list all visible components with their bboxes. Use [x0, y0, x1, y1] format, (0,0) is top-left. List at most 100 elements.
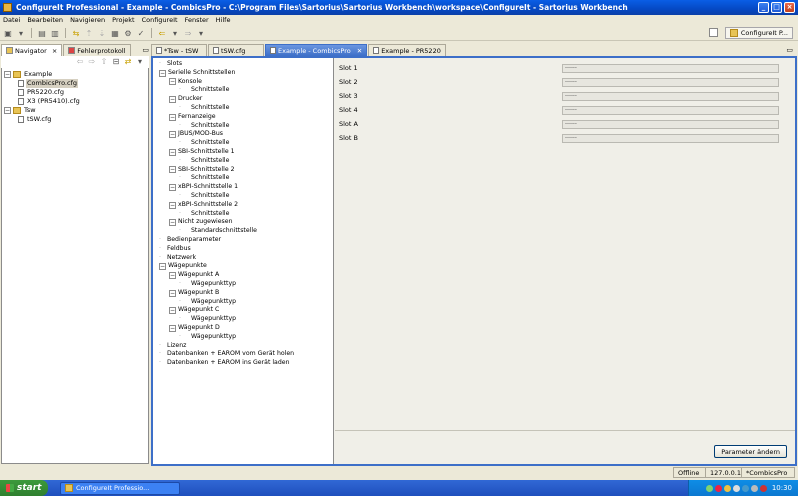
- tree-item[interactable]: PR5220.cfg: [4, 88, 148, 97]
- slot-value-field[interactable]: ------: [561, 91, 779, 101]
- expand-collapse-icon[interactable]: −: [169, 272, 176, 280]
- close-button[interactable]: ×: [784, 2, 795, 13]
- taskbar-item-configureit[interactable]: ConfigureIt Professio...: [60, 481, 180, 495]
- config-tree-item[interactable]: · Wägepunkttyp: [159, 298, 333, 307]
- config-tree-item[interactable]: · Schnittstelle: [159, 86, 333, 95]
- tree-item[interactable]: X3 (PR5410).cfg: [4, 97, 148, 106]
- config-tree-item[interactable]: · Netzwerk: [159, 254, 333, 263]
- expand-collapse-icon[interactable]: −: [169, 219, 176, 227]
- config-tree-item[interactable]: − Wägepunkt A: [159, 271, 333, 280]
- config-tree-item[interactable]: − Konsole: [159, 78, 333, 87]
- config-tree-item[interactable]: − Wägepunkt D: [159, 324, 333, 333]
- config-tree-item[interactable]: · Bedienparameter: [159, 236, 333, 245]
- tree-item[interactable]: − Example: [4, 70, 148, 79]
- expand-collapse-icon[interactable]: −: [169, 96, 176, 104]
- menu-item-configureit[interactable]: ConfigureIt: [142, 16, 178, 24]
- config-tree-item[interactable]: · Schnittstelle: [159, 174, 333, 183]
- tab-navigator[interactable]: Navigator ×: [1, 44, 63, 56]
- connect-icon[interactable]: ⇆: [71, 28, 81, 38]
- volume-icon[interactable]: [732, 484, 740, 492]
- config-tree-item[interactable]: − Drucker: [159, 95, 333, 104]
- expand-collapse-icon[interactable]: −: [4, 71, 11, 78]
- maximize-editor-icon[interactable]: ▭: [786, 46, 793, 54]
- config-tree-item[interactable]: · Schnittstelle: [159, 122, 333, 131]
- config-tree-item[interactable]: · Schnittstelle: [159, 139, 333, 148]
- editor-tab[interactable]: *Tsw - tSW: [151, 44, 207, 56]
- link-editor-icon[interactable]: ⇄: [123, 56, 133, 66]
- config-tree-item[interactable]: · Wägepunkttyp: [159, 333, 333, 342]
- parameter-change-button[interactable]: Parameter ändern: [714, 445, 787, 458]
- expand-collapse-icon[interactable]: −: [159, 69, 166, 77]
- expand-collapse-icon[interactable]: −: [169, 184, 176, 192]
- tree-item[interactable]: − Tsw: [4, 106, 148, 115]
- dropdown-arrow-icon[interactable]: ▾: [196, 28, 206, 38]
- expand-collapse-icon[interactable]: −: [169, 148, 176, 156]
- config-tree-item[interactable]: · Slots: [159, 60, 333, 69]
- expand-collapse-icon[interactable]: −: [169, 307, 176, 315]
- expand-collapse-icon[interactable]: −: [169, 289, 176, 297]
- config-tree-item[interactable]: · Wägepunkttyp: [159, 280, 333, 289]
- slot-value-field[interactable]: ------: [561, 119, 779, 129]
- expand-collapse-icon[interactable]: −: [169, 166, 176, 174]
- config-tree-item[interactable]: · Schnittstelle: [159, 210, 333, 219]
- device-icon[interactable]: ▦: [110, 28, 120, 38]
- start-button[interactable]: start: [0, 480, 48, 496]
- tree-item[interactable]: tSW.cfg: [4, 115, 148, 124]
- expand-collapse-icon[interactable]: −: [169, 113, 176, 121]
- expand-collapse-icon[interactable]: −: [169, 131, 176, 139]
- config-tree-item[interactable]: · Datenbanken + EAROM ins Gerät laden: [159, 359, 333, 368]
- config-tree-item[interactable]: − xBPI-Schnittstelle 2: [159, 201, 333, 210]
- device-icon[interactable]: [750, 484, 758, 492]
- collapse-all-icon[interactable]: ⊟: [111, 56, 121, 66]
- perspective-button[interactable]: ConfigureIt P...: [724, 27, 793, 39]
- config-tree-item[interactable]: · Wägepunkttyp: [159, 315, 333, 324]
- dropdown-arrow-icon[interactable]: ▾: [16, 28, 26, 38]
- menu-item-hilfe[interactable]: Hilfe: [216, 16, 231, 24]
- network-icon[interactable]: [705, 484, 713, 492]
- open-perspective-icon[interactable]: [709, 28, 718, 37]
- tree-item[interactable]: CombicsPro.cfg: [4, 79, 148, 88]
- slot-value-field[interactable]: ------: [561, 105, 779, 115]
- dropdown-arrow-icon[interactable]: ▾: [170, 28, 180, 38]
- config-tree-item[interactable]: · Standardschnittstelle: [159, 227, 333, 236]
- expand-collapse-icon[interactable]: −: [169, 324, 176, 332]
- minimize-button[interactable]: _: [758, 2, 769, 13]
- menu-item-navigieren[interactable]: Navigieren: [70, 16, 105, 24]
- print-icon[interactable]: ▥: [50, 28, 60, 38]
- config-tree-item[interactable]: − Wägepunkt C: [159, 306, 333, 315]
- save-icon[interactable]: ▤: [37, 28, 47, 38]
- antivirus-icon[interactable]: [741, 484, 749, 492]
- view-menu-icon[interactable]: ▾: [135, 56, 145, 66]
- settings-icon[interactable]: ⚙: [123, 28, 133, 38]
- slot-value-field[interactable]: ------: [561, 63, 779, 73]
- forward-icon[interactable]: ⇒: [183, 28, 193, 38]
- back-icon[interactable]: ⇐: [157, 28, 167, 38]
- download-icon[interactable]: ⇣: [97, 28, 107, 38]
- config-tree-item[interactable]: · Schnittstelle: [159, 192, 333, 201]
- config-tree-item[interactable]: − SBI-Schnittstelle 1: [159, 148, 333, 157]
- editor-tab[interactable]: Example - CombicsPro ✕: [265, 44, 368, 56]
- slot-value-field[interactable]: ------: [561, 77, 779, 87]
- up-icon[interactable]: ⇧: [99, 56, 109, 66]
- config-tree-item[interactable]: − Serielle Schnittstellen: [159, 69, 333, 78]
- tab-fehlerprotokoll[interactable]: Fehlerprotokoll: [63, 44, 131, 56]
- close-icon[interactable]: ✕: [357, 47, 362, 55]
- config-tree-item[interactable]: − Wägepunkt B: [159, 289, 333, 298]
- expand-collapse-icon[interactable]: −: [169, 201, 176, 209]
- config-tree-item[interactable]: − Wägepunkte: [159, 262, 333, 271]
- editor-tab[interactable]: tSW.cfg: [208, 44, 264, 56]
- close-icon[interactable]: ×: [52, 47, 57, 55]
- config-tree-item[interactable]: − SBI-Schnittstelle 2: [159, 166, 333, 175]
- config-tree-item[interactable]: − Nicht zugewiesen: [159, 218, 333, 227]
- forward-icon[interactable]: ⇨: [87, 56, 97, 66]
- config-tree-item[interactable]: − xBPI-Schnittstelle 1: [159, 183, 333, 192]
- security-icon[interactable]: [714, 484, 722, 492]
- expand-collapse-icon[interactable]: −: [169, 78, 176, 86]
- upload-icon[interactable]: ⇡: [84, 28, 94, 38]
- config-tree-item[interactable]: · Lizenz: [159, 342, 333, 351]
- menu-item-fenster[interactable]: Fenster: [185, 16, 209, 24]
- config-tree-item[interactable]: · Schnittstelle: [159, 104, 333, 113]
- editor-tab[interactable]: Example - PR5220: [368, 44, 446, 56]
- expand-collapse-icon[interactable]: −: [4, 107, 11, 114]
- expand-collapse-icon[interactable]: −: [159, 263, 166, 271]
